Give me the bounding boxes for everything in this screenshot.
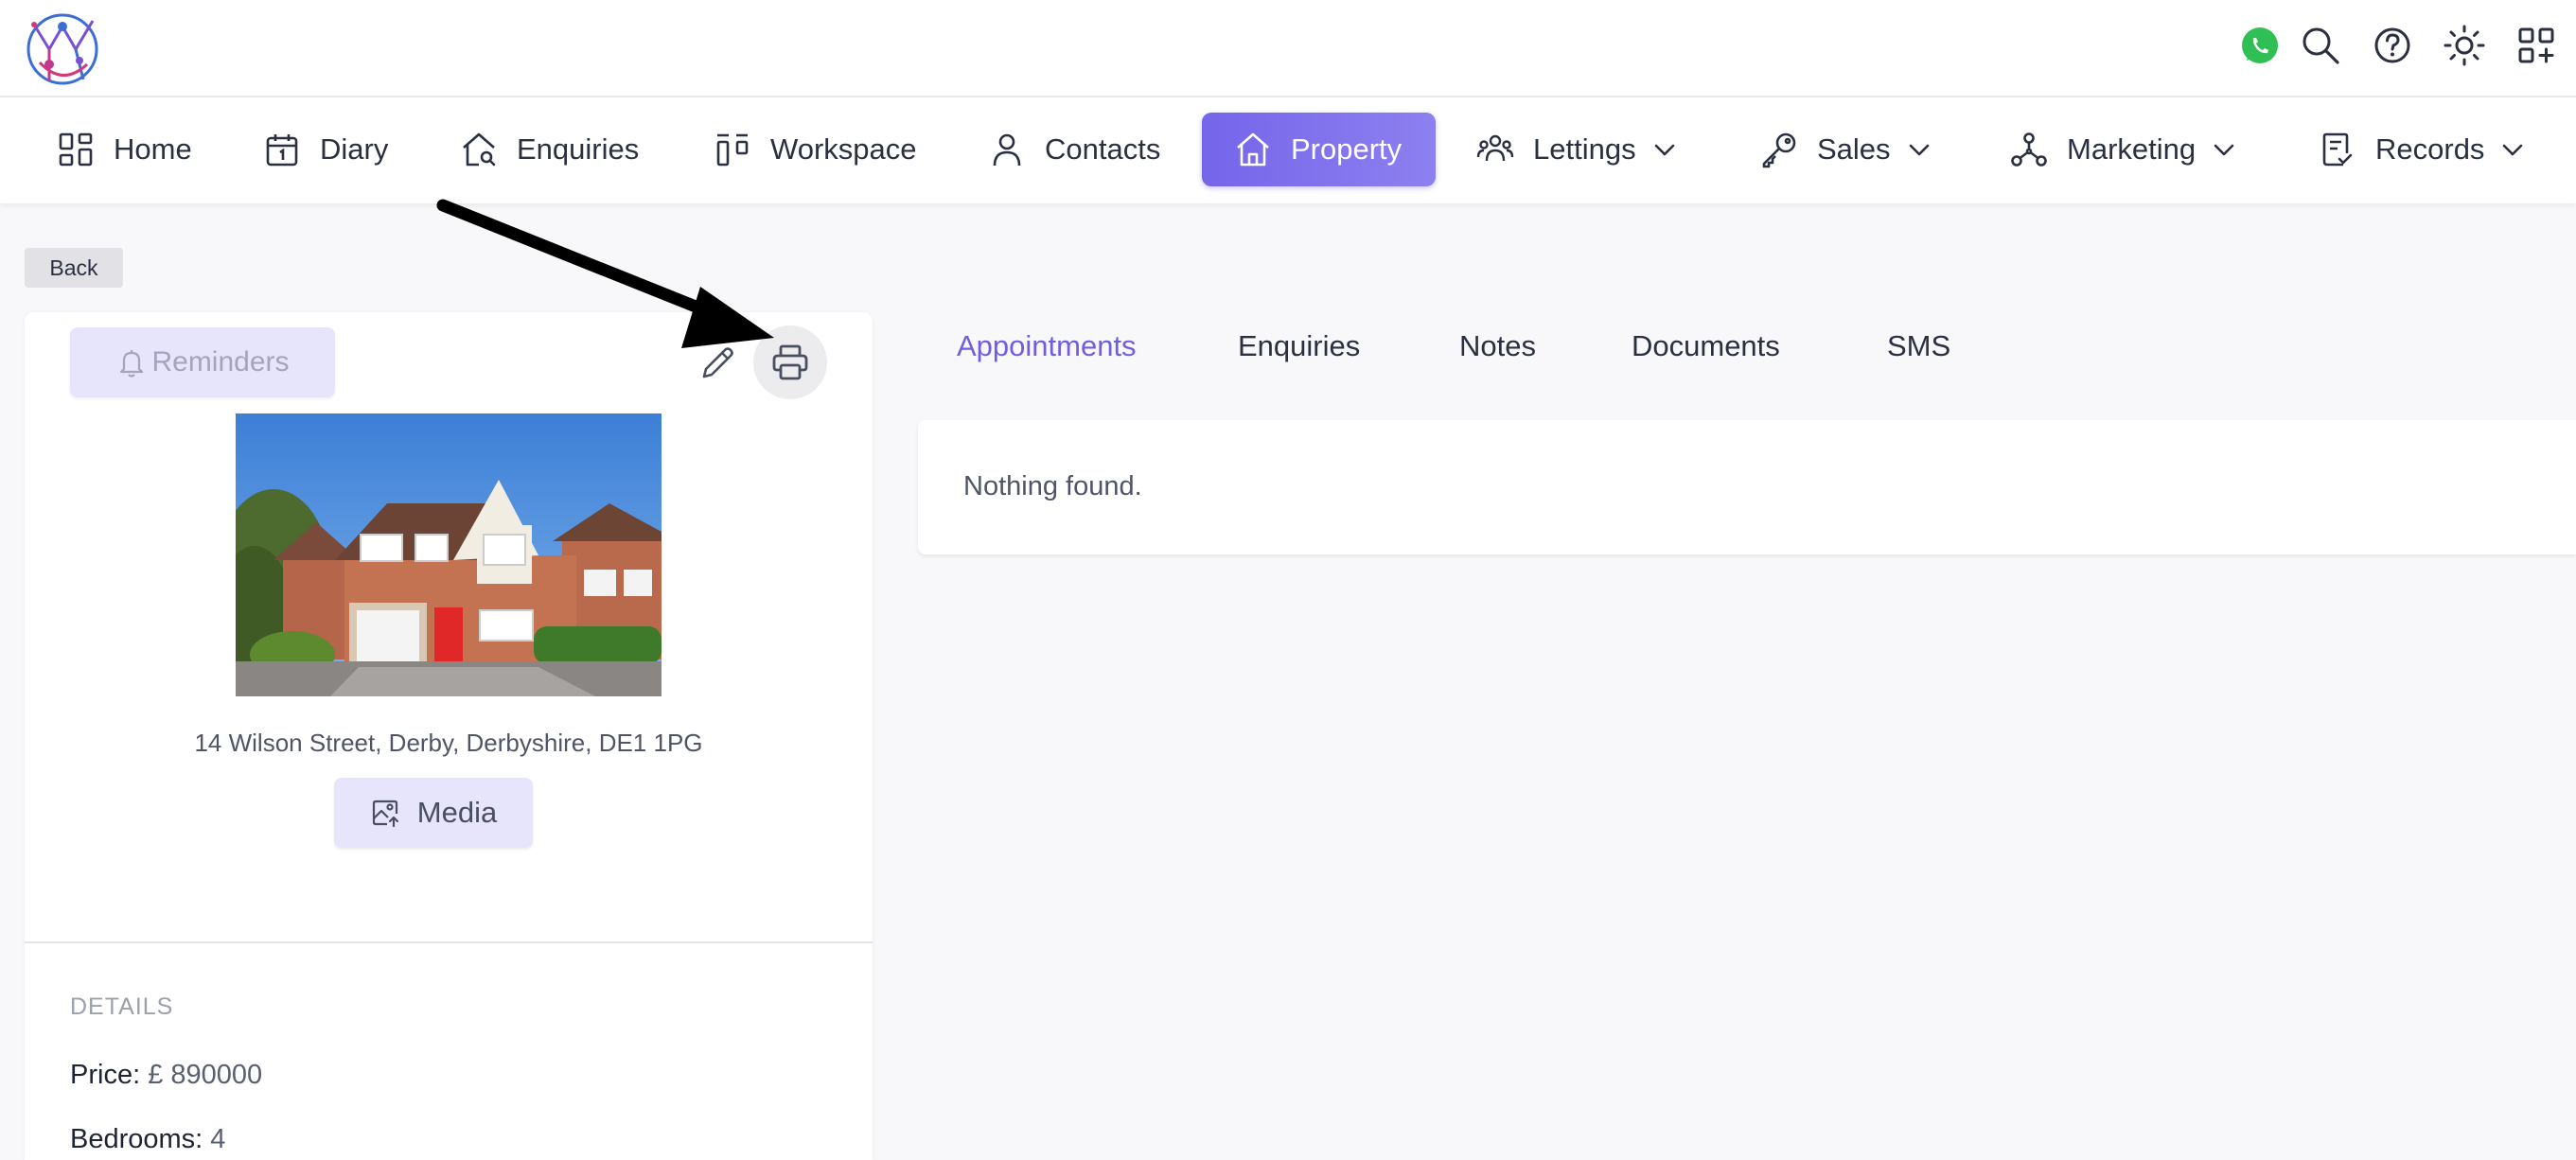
nav-lettings[interactable]: Lettings	[1476, 113, 1678, 186]
house-icon	[1237, 132, 1269, 167]
details-heading: DETAILS	[70, 993, 174, 1020]
dashboard-icon	[59, 132, 93, 167]
nav-label: Contacts	[1045, 132, 1161, 166]
nav-label: Property	[1291, 132, 1403, 166]
nav-contacts[interactable]: Contacts	[988, 113, 1160, 186]
back-button[interactable]: Back	[25, 248, 123, 288]
nav-label: Workspace	[770, 132, 917, 166]
detail-label: Price:	[70, 1060, 141, 1090]
media-button[interactable]: Media	[334, 778, 533, 848]
empty-state-text: Nothing found.	[963, 471, 1142, 501]
nav-enquiries[interactable]: Enquiries	[460, 113, 639, 186]
nav-home[interactable]: Home	[57, 113, 192, 186]
detail-value: 4	[203, 1124, 226, 1154]
nav-label: Records	[2375, 132, 2485, 166]
reminders-button[interactable]: Reminders	[70, 327, 335, 397]
detail-price: Price: £ 890000	[70, 1060, 262, 1091]
tab-documents[interactable]: Documents	[1632, 329, 1780, 363]
chevron-down-icon	[2214, 144, 2234, 156]
nav-property[interactable]: Property	[1202, 113, 1437, 186]
tab-sms[interactable]: SMS	[1887, 329, 1950, 363]
edit-button[interactable]	[697, 343, 738, 384]
app-logo[interactable]	[21, 6, 104, 89]
search-icon[interactable]	[2298, 23, 2343, 68]
nav-marketing[interactable]: Marketing	[2010, 113, 2237, 186]
image-upload-icon	[372, 800, 398, 828]
main-nav: Home Diary Enquiries Workspace Contacts …	[0, 97, 2576, 203]
person-icon	[993, 133, 1021, 167]
pencil-icon	[702, 347, 733, 378]
bell-icon	[120, 350, 144, 378]
top-bar	[0, 0, 2576, 97]
property-photo	[236, 413, 662, 696]
help-icon[interactable]	[2370, 23, 2415, 68]
nav-label: Enquiries	[517, 132, 640, 166]
nav-label: Lettings	[1533, 132, 1636, 166]
calendar-icon	[266, 134, 298, 167]
tab-enquiries[interactable]: Enquiries	[1238, 329, 1360, 363]
detail-bedrooms: Bedrooms: 4	[70, 1124, 225, 1155]
nav-workspace[interactable]: Workspace	[714, 113, 917, 186]
nav-label: Sales	[1817, 132, 1891, 166]
nav-label: Marketing	[2067, 132, 2197, 166]
nav-records[interactable]: Records	[2319, 113, 2526, 186]
tab-notes[interactable]: Notes	[1459, 329, 1536, 363]
nav-diary[interactable]: Diary	[263, 113, 388, 186]
nav-label: Home	[114, 132, 192, 166]
property-card: Reminders 14 Wilson Street, Derby, Derby…	[25, 312, 873, 1160]
whatsapp-icon[interactable]	[2237, 23, 2283, 68]
people-icon	[1476, 134, 1514, 162]
nav-sales[interactable]: Sales	[1760, 113, 1932, 186]
document-check-icon	[2322, 132, 2353, 167]
kanban-icon	[716, 133, 749, 167]
reminders-label: Reminders	[151, 346, 290, 378]
network-icon	[2011, 132, 2047, 167]
print-button[interactable]	[753, 325, 827, 399]
property-address: 14 Wilson Street, Derby, Derbyshire, DE1…	[194, 729, 703, 757]
printer-icon	[772, 344, 808, 380]
nav-label: Diary	[320, 132, 389, 166]
key-icon	[1762, 132, 1796, 168]
chevron-down-icon	[2503, 144, 2523, 156]
tab-appointments[interactable]: Appointments	[957, 329, 1137, 363]
media-label: Media	[416, 796, 498, 829]
theme-sun-icon[interactable]	[2442, 23, 2487, 68]
detail-value: £ 890000	[140, 1060, 263, 1090]
card-divider	[25, 941, 873, 943]
chevron-down-icon	[1909, 144, 1929, 156]
chevron-down-icon	[1654, 144, 1674, 156]
house-search-icon	[463, 132, 496, 167]
appointments-panel: Nothing found.	[918, 420, 2576, 554]
apps-add-icon[interactable]	[2514, 23, 2559, 68]
detail-label: Bedrooms:	[70, 1124, 203, 1154]
